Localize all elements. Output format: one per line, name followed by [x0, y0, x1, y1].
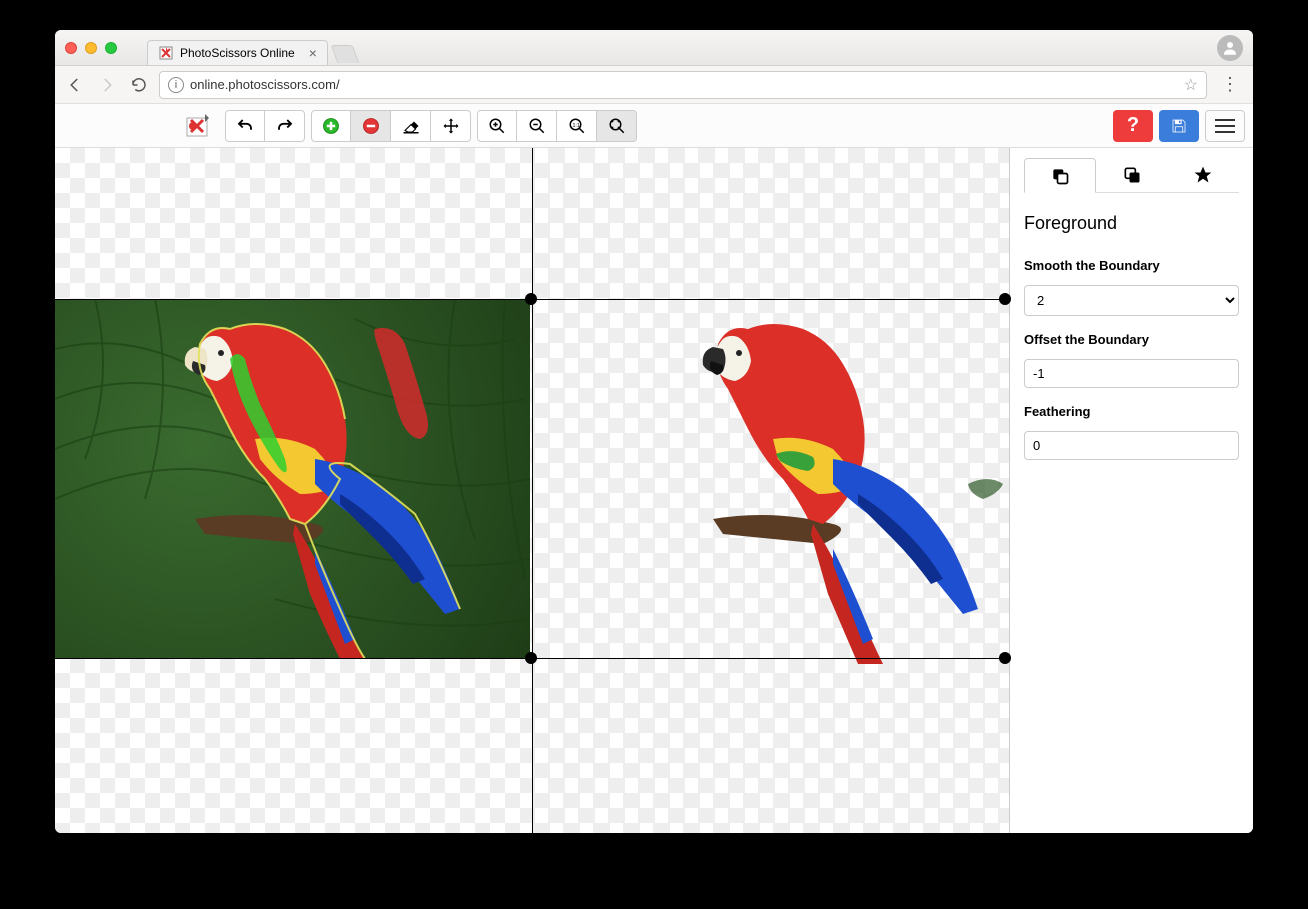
panel-title: Foreground [1024, 213, 1239, 234]
new-tab-button[interactable] [331, 45, 360, 63]
crop-handle-top-right[interactable] [999, 293, 1011, 305]
app-toolbar: 1:1 ? [55, 104, 1253, 148]
sidebar: Foreground Smooth the Boundary 2 Offset … [1009, 148, 1253, 833]
browser-navbar: i online.photoscissors.com/ ☆ ⋮ [55, 66, 1253, 104]
foreground-marker-button[interactable] [311, 110, 351, 142]
maximize-window-button[interactable] [105, 42, 117, 54]
canvas-area [55, 148, 1009, 833]
save-button[interactable] [1159, 110, 1199, 142]
result-pane[interactable] [533, 148, 1010, 833]
help-icon: ? [1127, 114, 1139, 137]
divider-handle-bottom[interactable] [525, 652, 537, 664]
zoom-actual-button[interactable]: 1:1 [557, 110, 597, 142]
eraser-button[interactable] [391, 110, 431, 142]
smooth-select[interactable]: 2 [1024, 285, 1239, 316]
redo-button[interactable] [265, 110, 305, 142]
feathering-label: Feathering [1024, 404, 1239, 419]
result-image [618, 299, 1010, 669]
zoom-in-button[interactable] [477, 110, 517, 142]
undo-button[interactable] [225, 110, 265, 142]
move-button[interactable] [431, 110, 471, 142]
sidebar-tabs [1024, 158, 1239, 193]
offset-label: Offset the Boundary [1024, 332, 1239, 347]
background-marker-button[interactable] [351, 110, 391, 142]
user-profile-button[interactable] [1217, 35, 1243, 61]
app-logo-icon [183, 110, 215, 142]
tab-foreground[interactable] [1024, 158, 1096, 193]
help-button[interactable]: ? [1113, 110, 1153, 142]
favicon-icon [158, 45, 174, 61]
reload-button[interactable] [127, 73, 151, 97]
tab-background[interactable] [1096, 158, 1168, 192]
workspace: Foreground Smooth the Boundary 2 Offset … [55, 148, 1253, 833]
star-tab-icon [1193, 165, 1213, 185]
feathering-input[interactable] [1024, 431, 1239, 460]
browser-window: PhotoScissors Online × i online.photosci… [55, 30, 1253, 833]
crop-handle-bottom-right[interactable] [999, 652, 1011, 664]
save-icon [1170, 117, 1188, 135]
forward-button[interactable] [95, 73, 119, 97]
minimize-window-button[interactable] [85, 42, 97, 54]
svg-text:1:1: 1:1 [572, 122, 579, 128]
offset-input[interactable] [1024, 359, 1239, 388]
tab-close-icon[interactable]: × [309, 45, 317, 61]
address-bar[interactable]: i online.photoscissors.com/ ☆ [159, 71, 1207, 99]
close-window-button[interactable] [65, 42, 77, 54]
zoom-out-button[interactable] [517, 110, 557, 142]
source-image [55, 299, 530, 659]
background-tab-icon [1122, 165, 1142, 185]
source-pane[interactable] [55, 148, 533, 833]
url-text: online.photoscissors.com/ [190, 77, 340, 92]
divider-handle-top[interactable] [525, 293, 537, 305]
bookmark-star-icon[interactable]: ☆ [1184, 75, 1198, 95]
browser-menu-button[interactable]: ⋮ [1215, 74, 1245, 95]
tab-effects[interactable] [1167, 158, 1239, 192]
smooth-label: Smooth the Boundary [1024, 258, 1239, 273]
titlebar: PhotoScissors Online × [55, 30, 1253, 66]
menu-button[interactable] [1205, 110, 1245, 142]
hamburger-icon [1215, 119, 1235, 121]
foreground-tab-icon [1050, 166, 1070, 186]
window-controls [65, 42, 117, 54]
site-info-icon[interactable]: i [168, 77, 184, 93]
tab-title: PhotoScissors Online [180, 46, 295, 60]
browser-tab[interactable]: PhotoScissors Online × [147, 40, 328, 65]
back-button[interactable] [63, 73, 87, 97]
zoom-fit-button[interactable] [597, 110, 637, 142]
